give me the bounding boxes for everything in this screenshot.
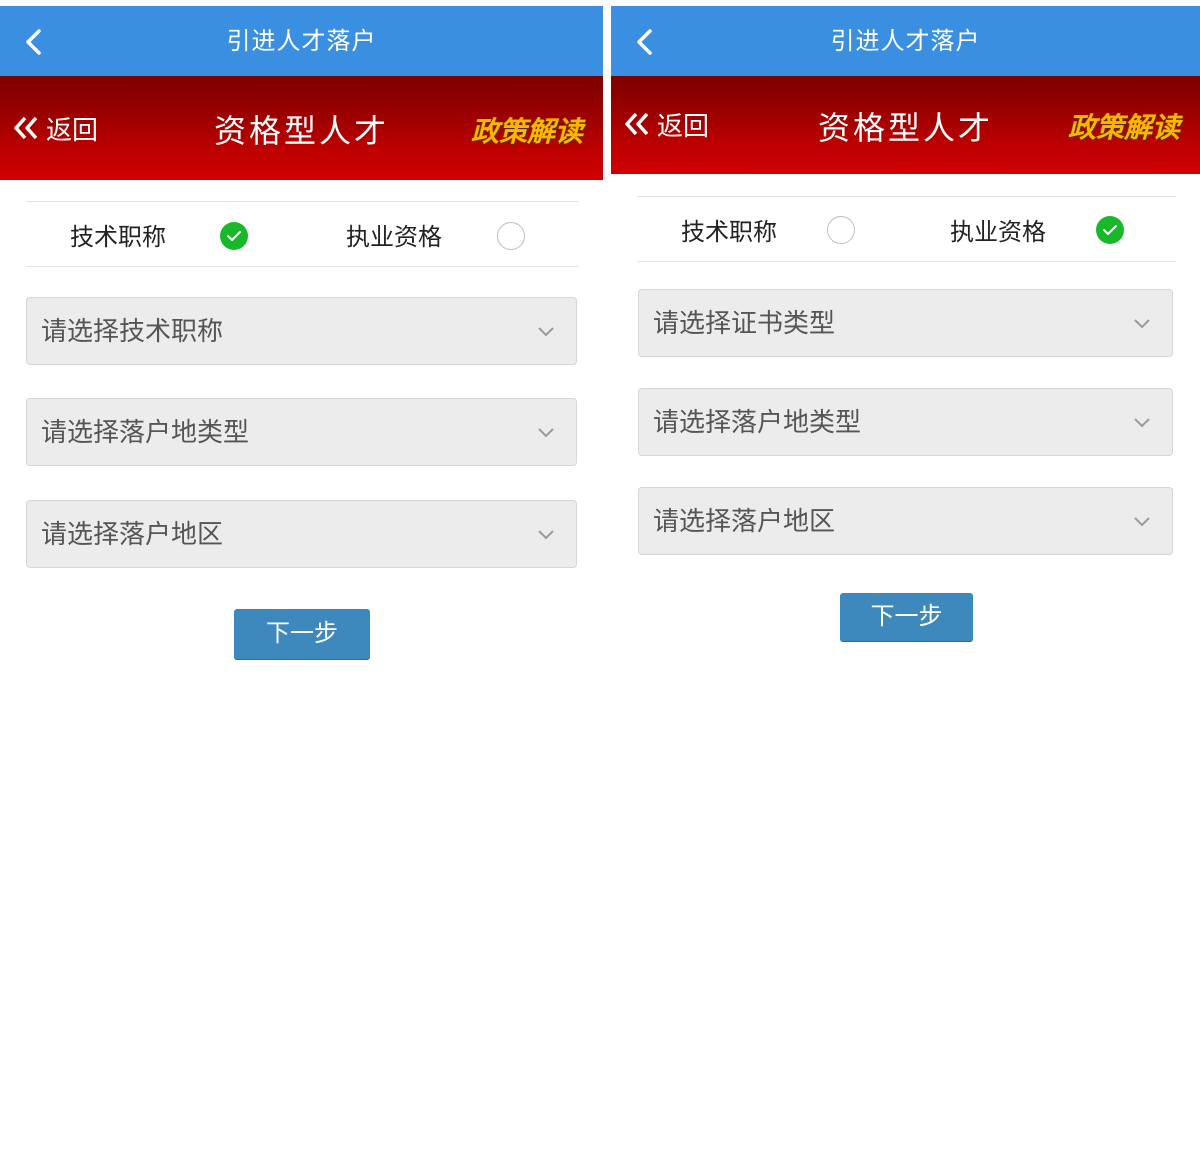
- banner: 返回 资格型人才 政策解读: [611, 76, 1200, 174]
- chevron-down-icon: [538, 428, 554, 438]
- app-bar-title: 引进人才落户: [226, 27, 377, 55]
- select-certificate-type[interactable]: 请选择证书类型: [638, 289, 1173, 357]
- chevron-down-icon: [1134, 418, 1150, 428]
- option-practice-qualification[interactable]: 执业资格: [346, 202, 442, 266]
- checkmark-icon: [1103, 225, 1117, 235]
- phone-screen-technical-title: 引进人才落户 返回 资格型人才 政策解读 技术职称 执业资格 请选择技术职称 请…: [0, 0, 603, 1170]
- chevron-down-icon: [1134, 319, 1150, 329]
- option-label: 技术职称: [70, 222, 166, 251]
- select-placeholder: 请选择证书类型: [653, 309, 836, 339]
- checkmark-icon: [227, 231, 241, 241]
- next-step-button[interactable]: 下一步: [840, 593, 973, 641]
- option-practice-qualification[interactable]: 执业资格: [950, 197, 1046, 261]
- app-bar: 引进人才落户: [611, 6, 1200, 76]
- radio-technical-title[interactable]: [827, 216, 855, 244]
- chevron-down-icon: [538, 327, 554, 337]
- select-placeholder: 请选择技术职称: [41, 317, 224, 347]
- option-label: 技术职称: [681, 217, 777, 246]
- select-technical-title[interactable]: 请选择技术职称: [26, 297, 577, 365]
- phone-screen-practice-qualification: 引进人才落户 返回 资格型人才 政策解读 技术职称 执业资格 请选择证书类型 请…: [611, 0, 1200, 1170]
- banner: 返回 资格型人才 政策解读: [0, 76, 603, 180]
- policy-interpretation-link[interactable]: 政策解读: [471, 110, 583, 150]
- chevron-down-icon: [1134, 517, 1150, 527]
- select-settlement-type[interactable]: 请选择落户地类型: [26, 398, 577, 466]
- app-bar: 引进人才落户: [0, 6, 603, 76]
- select-placeholder: 请选择落户地区: [41, 520, 224, 550]
- option-technical-title[interactable]: 技术职称: [70, 202, 166, 266]
- radio-practice-qualification[interactable]: [497, 222, 525, 250]
- select-placeholder: 请选择落户地区: [653, 507, 836, 537]
- option-technical-title[interactable]: 技术职称: [681, 197, 777, 261]
- talent-type-selector: 技术职称 执业资格: [637, 196, 1176, 262]
- radio-practice-qualification[interactable]: [1096, 216, 1124, 244]
- option-label: 执业资格: [346, 222, 442, 251]
- option-label: 执业资格: [950, 217, 1046, 246]
- select-settlement-region[interactable]: 请选择落户地区: [26, 500, 577, 568]
- next-step-button[interactable]: 下一步: [234, 609, 370, 659]
- chevron-down-icon: [538, 530, 554, 540]
- select-placeholder: 请选择落户地类型: [653, 408, 862, 438]
- select-settlement-type[interactable]: 请选择落户地类型: [638, 388, 1173, 456]
- select-placeholder: 请选择落户地类型: [41, 418, 250, 448]
- radio-technical-title[interactable]: [220, 222, 248, 250]
- policy-interpretation-link[interactable]: 政策解读: [1068, 106, 1180, 146]
- talent-type-selector: 技术职称 执业资格: [26, 201, 579, 267]
- app-bar-title: 引进人才落户: [830, 27, 981, 55]
- select-settlement-region[interactable]: 请选择落户地区: [638, 487, 1173, 555]
